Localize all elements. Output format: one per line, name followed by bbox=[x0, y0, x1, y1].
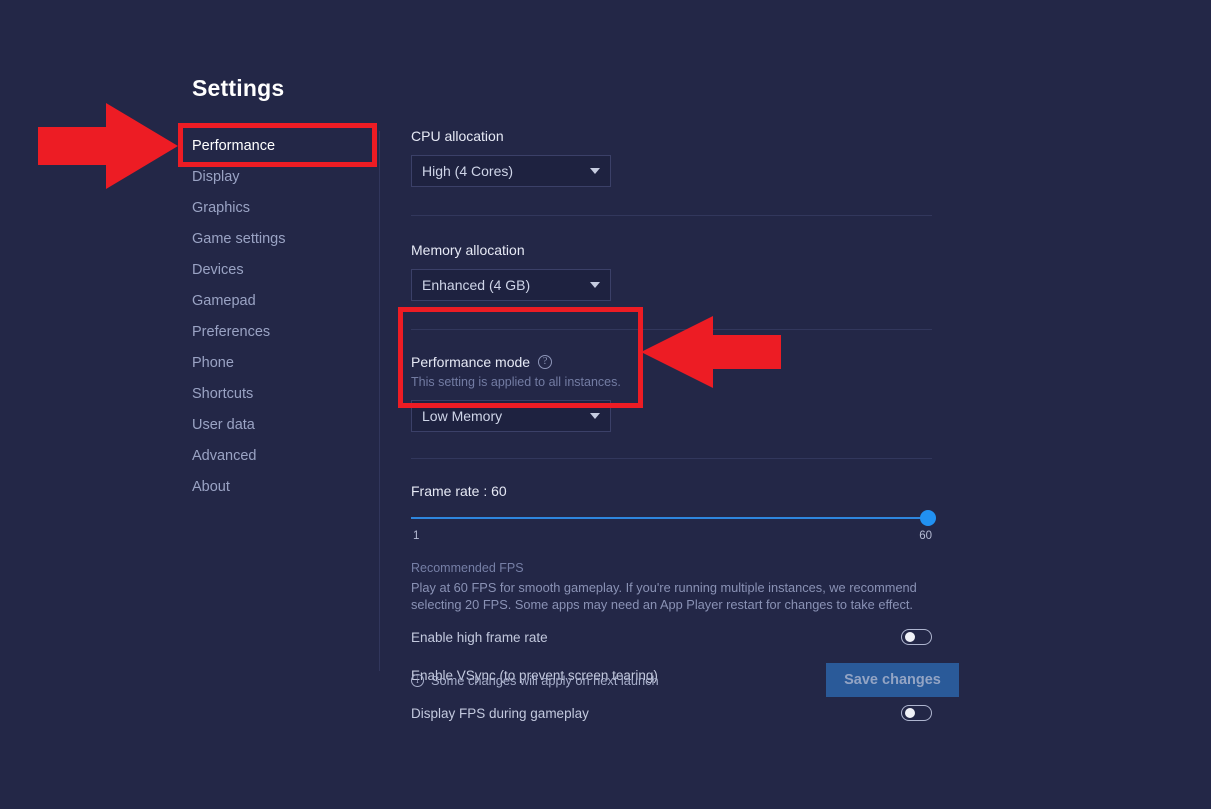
toggle-knob bbox=[905, 632, 915, 642]
memory-allocation-select[interactable]: Enhanced (4 GB) bbox=[411, 269, 611, 301]
sidebar-item-phone[interactable]: Phone bbox=[192, 348, 380, 379]
cpu-allocation-section: CPU allocation High (4 Cores) bbox=[411, 128, 932, 187]
sidebar-item-label: Performance bbox=[192, 131, 275, 166]
toggle-switch-high-frame-rate[interactable] bbox=[901, 629, 932, 645]
recommended-fps-title: Recommended FPS bbox=[411, 561, 932, 575]
sidebar-item-label: Devices bbox=[192, 255, 244, 286]
page-title: Settings bbox=[192, 75, 284, 102]
sidebar-item-devices[interactable]: Devices bbox=[192, 255, 380, 286]
slider-min-label: 1 bbox=[413, 530, 419, 542]
toggle-label: Enable high frame rate bbox=[411, 630, 548, 645]
frame-rate-label: Frame rate : 60 bbox=[411, 483, 932, 499]
cpu-allocation-select[interactable]: High (4 Cores) bbox=[411, 155, 611, 187]
sidebar-item-label: About bbox=[192, 472, 230, 503]
cpu-allocation-value: High (4 Cores) bbox=[422, 163, 584, 179]
sidebar-item-label: Gamepad bbox=[192, 286, 256, 317]
divider bbox=[411, 329, 932, 330]
next-launch-note-text: Some changes will apply on next launch bbox=[431, 673, 659, 688]
toggle-row-display-fps[interactable]: Display FPS during gameplay bbox=[411, 699, 932, 727]
performance-mode-section: Performance mode ? This setting is appli… bbox=[411, 354, 932, 432]
cpu-allocation-label: CPU allocation bbox=[411, 128, 932, 144]
sidebar-item-label: Graphics bbox=[192, 193, 250, 224]
memory-allocation-section: Memory allocation Enhanced (4 GB) bbox=[411, 242, 932, 301]
toggle-switch-display-fps[interactable] bbox=[901, 705, 932, 721]
toggle-row-high-frame-rate[interactable]: Enable high frame rate bbox=[411, 623, 932, 651]
sidebar-item-shortcuts[interactable]: Shortcuts bbox=[192, 379, 380, 410]
sidebar-item-label: Display bbox=[192, 162, 240, 193]
sidebar-item-label: User data bbox=[192, 410, 255, 441]
performance-mode-value: Low Memory bbox=[422, 408, 584, 424]
slider-scale: 1 60 bbox=[411, 530, 932, 546]
frame-rate-slider[interactable] bbox=[411, 511, 932, 525]
sidebar-item-display[interactable]: Display bbox=[192, 162, 380, 193]
recommended-fps-body: Play at 60 FPS for smooth gameplay. If y… bbox=[411, 580, 921, 613]
sidebar-item-label: Shortcuts bbox=[192, 379, 253, 410]
memory-allocation-value: Enhanced (4 GB) bbox=[422, 277, 584, 293]
performance-mode-description: This setting is applied to all instances… bbox=[411, 375, 932, 389]
sidebar-item-preferences[interactable]: Preferences bbox=[192, 317, 380, 348]
sidebar-item-user-data[interactable]: User data bbox=[192, 410, 380, 441]
chevron-down-icon bbox=[590, 413, 600, 419]
performance-mode-header: Performance mode ? bbox=[411, 354, 932, 370]
divider bbox=[411, 458, 932, 459]
info-circle-icon: i bbox=[411, 674, 424, 687]
performance-mode-label: Performance mode bbox=[411, 354, 530, 370]
memory-allocation-label: Memory allocation bbox=[411, 242, 932, 258]
sidebar-item-label: Phone bbox=[192, 348, 234, 379]
sidebar-item-graphics[interactable]: Graphics bbox=[192, 193, 380, 224]
sidebar-item-label: Advanced bbox=[192, 441, 257, 472]
save-changes-button[interactable]: Save changes bbox=[826, 663, 959, 697]
settings-sidebar: Performance Display Graphics Game settin… bbox=[192, 131, 380, 503]
sidebar-item-advanced[interactable]: Advanced bbox=[192, 441, 380, 472]
question-mark-icon[interactable]: ? bbox=[538, 355, 552, 369]
settings-window: Settings Performance Display Graphics Ga… bbox=[0, 0, 1211, 809]
arrow-pointing-right-icon bbox=[38, 103, 178, 189]
chevron-down-icon bbox=[590, 168, 600, 174]
performance-mode-select[interactable]: Low Memory bbox=[411, 400, 611, 432]
sidebar-item-label: Preferences bbox=[192, 317, 270, 348]
frame-rate-section: Frame rate : 60 1 60 Recommended FPS Pla… bbox=[411, 483, 932, 613]
toggle-label: Display FPS during gameplay bbox=[411, 706, 589, 721]
next-launch-note: i Some changes will apply on next launch bbox=[411, 673, 659, 688]
slider-max-label: 60 bbox=[919, 530, 932, 542]
sidebar-item-about[interactable]: About bbox=[192, 472, 380, 503]
toggle-knob bbox=[905, 708, 915, 718]
chevron-down-icon bbox=[590, 282, 600, 288]
settings-footer: i Some changes will apply on next launch… bbox=[411, 663, 959, 697]
settings-content: CPU allocation High (4 Cores) Memory all… bbox=[411, 128, 932, 727]
sidebar-item-game-settings[interactable]: Game settings bbox=[192, 224, 380, 255]
sidebar-item-label: Game settings bbox=[192, 224, 286, 255]
sidebar-item-performance[interactable]: Performance bbox=[192, 131, 380, 162]
divider bbox=[411, 215, 932, 216]
sidebar-item-gamepad[interactable]: Gamepad bbox=[192, 286, 380, 317]
slider-thumb[interactable] bbox=[920, 510, 936, 526]
slider-fill bbox=[411, 517, 932, 519]
